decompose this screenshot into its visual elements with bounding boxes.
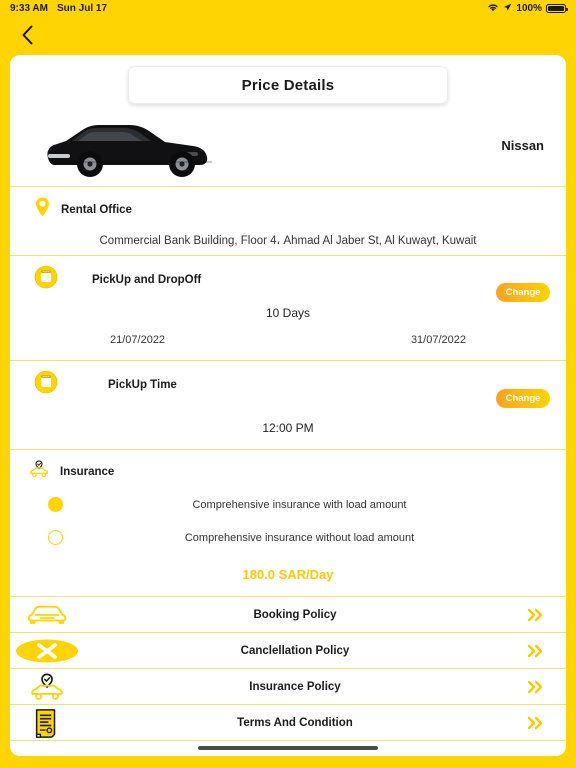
pickup-dropoff-header: PickUp and DropOff — [10, 256, 566, 298]
policy-label-terms: Terms And Condition — [237, 716, 353, 729]
start-date: 21/07/2022 — [110, 334, 166, 346]
rental-office-label: Rental Office — [61, 203, 132, 216]
car-shield-icon — [10, 672, 84, 702]
rental-office-section: Rental Office Commercial Bank Building, … — [10, 187, 566, 255]
battery-percent: 100% — [516, 3, 542, 14]
double-chevron-right-icon — [506, 608, 566, 622]
insurance-option-1[interactable]: Comprehensive insurance with load amount — [10, 488, 566, 521]
chevron-left-icon — [21, 25, 34, 48]
change-dates-button[interactable]: Change — [496, 283, 550, 302]
double-chevron-right-icon — [506, 644, 566, 658]
pickup-time-value: 12:00 PM — [262, 421, 314, 435]
radio-without-load-amount[interactable] — [48, 530, 63, 545]
rental-office-header: Rental Office — [10, 187, 566, 227]
document-icon — [10, 707, 84, 739]
black-suv-image — [30, 110, 230, 180]
rental-office-address: Commercial Bank Building, Floor 4، Ahmad… — [99, 235, 477, 247]
status-date: Sun Jul 17 — [56, 3, 107, 14]
page-title-card: Price Details — [128, 66, 448, 104]
insurance-header: Insurance — [10, 450, 566, 488]
policy-row-terms[interactable]: Terms And Condition — [10, 704, 566, 740]
pickup-time-header: PickUp Time — [10, 361, 566, 403]
back-button[interactable] — [14, 23, 40, 49]
battery-full-icon — [546, 4, 568, 13]
home-indicator — [198, 746, 378, 750]
pickup-time-section: PickUp Time Change 12:00 PM — [10, 361, 566, 449]
calendar-icon — [34, 370, 58, 399]
insurance-option-2[interactable]: Comprehensive insurance without load amo… — [10, 521, 566, 554]
policy-row-insurance[interactable]: Insurance Policy — [10, 668, 566, 704]
vehicle-brand: Nissan — [501, 137, 544, 153]
double-chevron-right-icon — [506, 716, 566, 730]
rental-dates: 21/07/2022 31/07/2022 — [10, 320, 566, 346]
insurance-option-2-label: Comprehensive insurance without load amo… — [184, 531, 415, 544]
content-sheet: Price Details Nissan Rental Office Comme… — [10, 55, 566, 756]
pickup-time-label: PickUp Time — [108, 378, 177, 391]
insurance-option-1-label: Comprehensive insurance with load amount — [192, 498, 407, 511]
cancel-x-icon — [10, 637, 84, 665]
rental-duration: 10 Days — [265, 306, 311, 320]
car-front-icon — [10, 602, 84, 628]
calendar-icon — [34, 265, 58, 294]
policy-row-booking[interactable]: Booking Policy — [10, 596, 566, 632]
status-bar-left: 9:33 AM Sun Jul 17 — [10, 3, 107, 14]
insurance-price: 180.0 SAR/Day — [242, 567, 334, 582]
car-shield-icon — [28, 459, 50, 484]
policy-label-cancellation: Canclellation Policy — [240, 644, 350, 657]
pickup-dropoff-label: PickUp and DropOff — [92, 273, 202, 286]
double-chevron-right-icon — [506, 680, 566, 694]
policy-label-booking: Booking Policy — [253, 608, 337, 621]
radio-with-load-amount[interactable] — [48, 497, 63, 512]
policy-row-cancellation[interactable]: Canclellation Policy — [10, 632, 566, 668]
status-time: 9:33 AM — [10, 3, 48, 14]
status-bar: 9:33 AM Sun Jul 17 100% — [0, 0, 576, 17]
policy-label-insurance: Insurance Policy — [249, 680, 341, 693]
page-title: Price Details — [241, 76, 335, 94]
wifi-icon — [487, 3, 499, 15]
nav-bar — [0, 17, 576, 55]
map-pin-icon — [34, 196, 51, 223]
end-date: 31/07/2022 — [410, 334, 466, 346]
insurance-section: Insurance Comprehensive insurance with l… — [10, 450, 566, 596]
status-bar-right: 100% — [487, 3, 568, 15]
change-time-button[interactable]: Change — [496, 389, 550, 408]
location-arrow-icon — [503, 3, 512, 15]
vehicle-row: Nissan — [10, 104, 566, 186]
pickup-dropoff-section: PickUp and DropOff 10 Days Change 21/07/… — [10, 256, 566, 360]
app-screen: 9:33 AM Sun Jul 17 100% Price Details Ni… — [0, 0, 576, 768]
insurance-label: Insurance — [60, 465, 115, 478]
